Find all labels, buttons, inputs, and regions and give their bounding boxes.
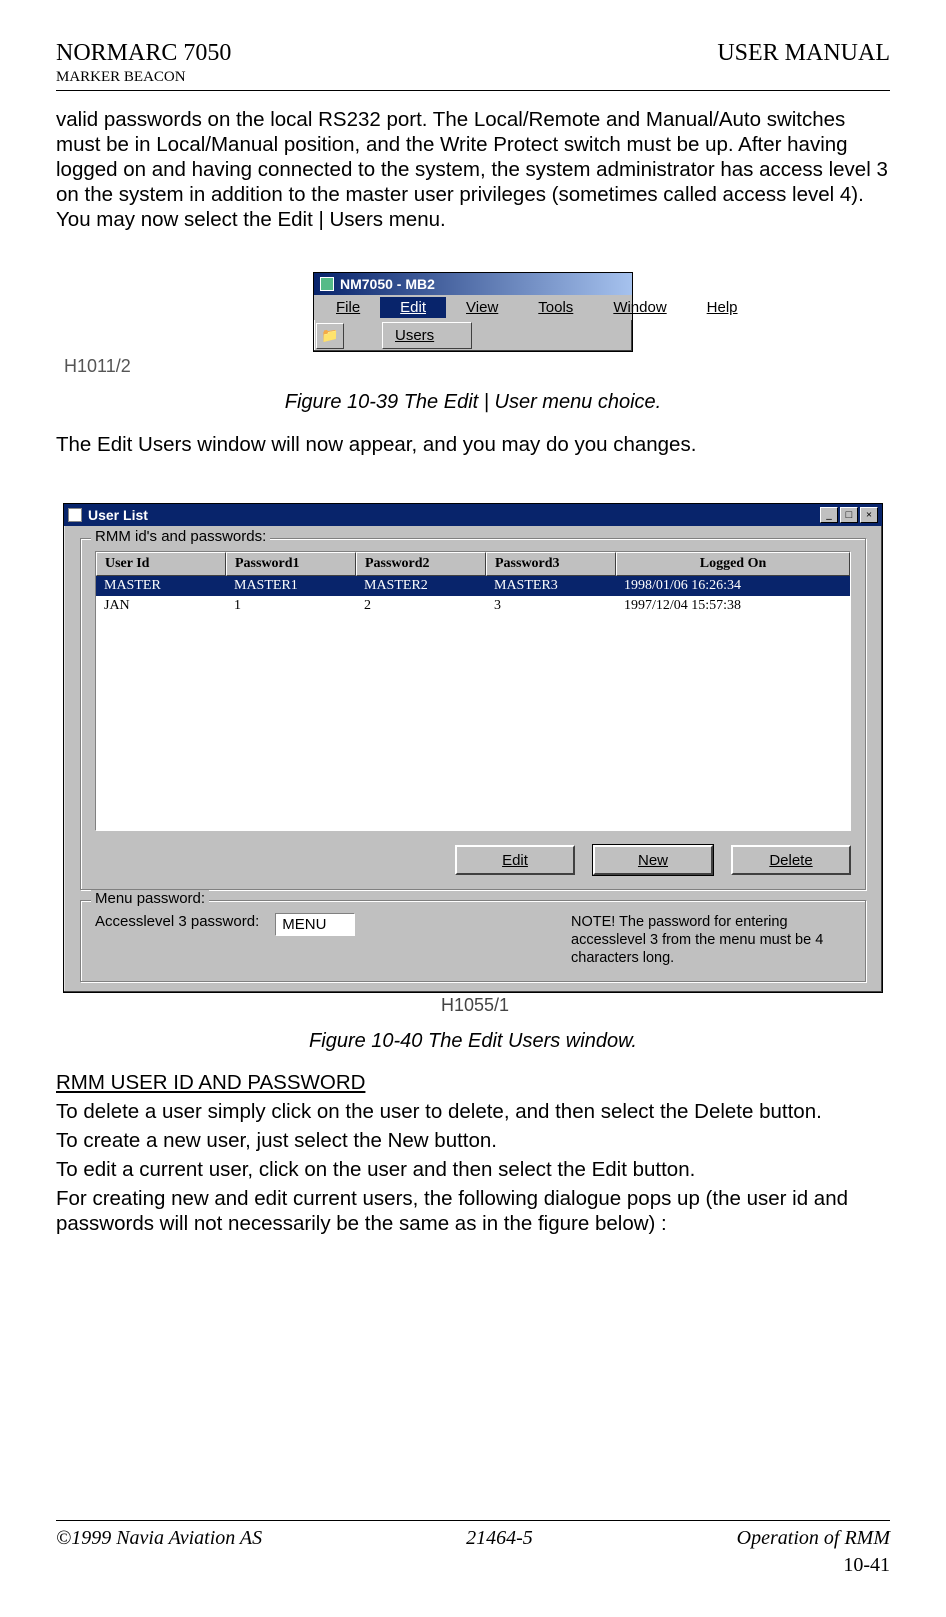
col-user-id[interactable]: User Id bbox=[96, 552, 226, 576]
edit-button[interactable]: Edit bbox=[455, 845, 575, 875]
cell-p2: 2 bbox=[356, 596, 486, 616]
doc-type: USER MANUAL bbox=[717, 40, 890, 67]
section-line-2: To create a new user, just select the Ne… bbox=[56, 1128, 890, 1153]
col-logged-on[interactable]: Logged On bbox=[616, 552, 850, 576]
section-line-4: For creating new and edit current users,… bbox=[56, 1186, 890, 1236]
cell-user: JAN bbox=[96, 596, 226, 616]
footer-rule bbox=[56, 1520, 890, 1521]
menubar: File Edit View Tools Window Help bbox=[314, 295, 632, 320]
page-header: NORMARC 7050 USER MANUAL MARKER BEACON bbox=[56, 40, 890, 91]
product-subtitle: MARKER BEACON bbox=[56, 69, 890, 86]
new-button[interactable]: New bbox=[593, 845, 713, 875]
figure-10-40-caption: Figure 10-40 The Edit Users window. bbox=[56, 1030, 890, 1053]
accesslevel3-label: Accesslevel 3 password: bbox=[95, 913, 259, 930]
cell-logged: 1997/12/04 15:57:38 bbox=[616, 596, 850, 616]
footer-copyright: ©1999 Navia Aviation AS bbox=[56, 1527, 262, 1550]
app-icon bbox=[68, 508, 82, 522]
accesslevel3-input[interactable]: MENU bbox=[275, 913, 355, 936]
groupbox-legend: RMM id's and passwords: bbox=[91, 528, 270, 545]
cell-p2: MASTER2 bbox=[356, 576, 486, 596]
app-icon bbox=[320, 277, 334, 291]
password-note: NOTE! The password for entering accessle… bbox=[571, 913, 851, 967]
cell-p1: 1 bbox=[226, 596, 356, 616]
section-heading: RMM USER ID AND PASSWORD bbox=[56, 1071, 890, 1095]
menu-password-groupbox: Menu password: Accesslevel 3 password: M… bbox=[80, 900, 866, 982]
edit-dropdown-item-users[interactable]: Users bbox=[382, 322, 472, 349]
folder-icon: 📁 bbox=[321, 327, 338, 344]
window-control-buttons: _ □ × bbox=[820, 507, 878, 523]
section-line-3: To edit a current user, click on the use… bbox=[56, 1157, 890, 1182]
cell-user: MASTER bbox=[96, 576, 226, 596]
user-listview[interactable]: User Id Password1 Password2 Password3 Lo… bbox=[95, 551, 851, 831]
menu-file[interactable]: File bbox=[316, 297, 380, 318]
maximize-button[interactable]: □ bbox=[840, 507, 858, 523]
figure-10-39: NM7050 - MB2 File Edit View Tools Window… bbox=[56, 272, 890, 377]
toolbar-button[interactable]: 📁 bbox=[316, 323, 344, 349]
window-title: User List bbox=[88, 507, 148, 523]
groupbox-legend: Menu password: bbox=[91, 890, 209, 907]
toolbar: 📁 Users bbox=[314, 320, 632, 351]
figure-10-40: User List _ □ × RMM id's and passwords: … bbox=[56, 503, 890, 1016]
menu-edit[interactable]: Edit bbox=[380, 297, 446, 318]
cell-logged: 1998/01/06 16:26:34 bbox=[616, 576, 850, 596]
figure-ref-code: H1011/2 bbox=[56, 356, 890, 377]
cell-p3: MASTER3 bbox=[486, 576, 616, 596]
col-password2[interactable]: Password2 bbox=[356, 552, 486, 576]
rmm-ids-groupbox: RMM id's and passwords: User Id Password… bbox=[80, 538, 866, 890]
page-number: 10-41 bbox=[56, 1554, 890, 1577]
paragraph-2: The Edit Users window will now appear, a… bbox=[56, 432, 890, 457]
table-row[interactable]: JAN 1 2 3 1997/12/04 15:57:38 bbox=[96, 596, 850, 616]
listview-header: User Id Password1 Password2 Password3 Lo… bbox=[96, 552, 850, 576]
menu-window: NM7050 - MB2 File Edit View Tools Window… bbox=[313, 272, 633, 352]
cell-p1: MASTER1 bbox=[226, 576, 356, 596]
figure-ref-code: H1055/1 bbox=[63, 993, 883, 1016]
col-password3[interactable]: Password3 bbox=[486, 552, 616, 576]
menu-tools[interactable]: Tools bbox=[518, 297, 593, 318]
user-list-window: User List _ □ × RMM id's and passwords: … bbox=[63, 503, 883, 993]
footer-chapter: Operation of RMM bbox=[737, 1527, 890, 1550]
header-rule bbox=[56, 90, 890, 91]
menu-window[interactable]: Window bbox=[593, 297, 686, 318]
delete-button[interactable]: Delete bbox=[731, 845, 851, 875]
figure-10-39-caption: Figure 10-39 The Edit | User menu choice… bbox=[56, 391, 890, 414]
button-row: Edit New Delete bbox=[95, 845, 851, 875]
product-name: NORMARC 7050 bbox=[56, 40, 231, 67]
menu-help[interactable]: Help bbox=[687, 297, 758, 318]
paragraph-1: valid passwords on the local RS232 port.… bbox=[56, 107, 890, 232]
cell-p3: 3 bbox=[486, 596, 616, 616]
col-password1[interactable]: Password1 bbox=[226, 552, 356, 576]
close-button[interactable]: × bbox=[860, 507, 878, 523]
page-footer: ©1999 Navia Aviation AS 21464-5 Operatio… bbox=[56, 1520, 890, 1577]
minimize-button[interactable]: _ bbox=[820, 507, 838, 523]
window-titlebar: NM7050 - MB2 bbox=[314, 273, 632, 295]
window-titlebar: User List _ □ × bbox=[64, 504, 882, 526]
window-title: NM7050 - MB2 bbox=[340, 276, 435, 292]
table-row[interactable]: MASTER MASTER1 MASTER2 MASTER3 1998/01/0… bbox=[96, 576, 850, 596]
section-line-1: To delete a user simply click on the use… bbox=[56, 1099, 890, 1124]
menu-view[interactable]: View bbox=[446, 297, 518, 318]
footer-docnum: 21464-5 bbox=[466, 1527, 533, 1550]
